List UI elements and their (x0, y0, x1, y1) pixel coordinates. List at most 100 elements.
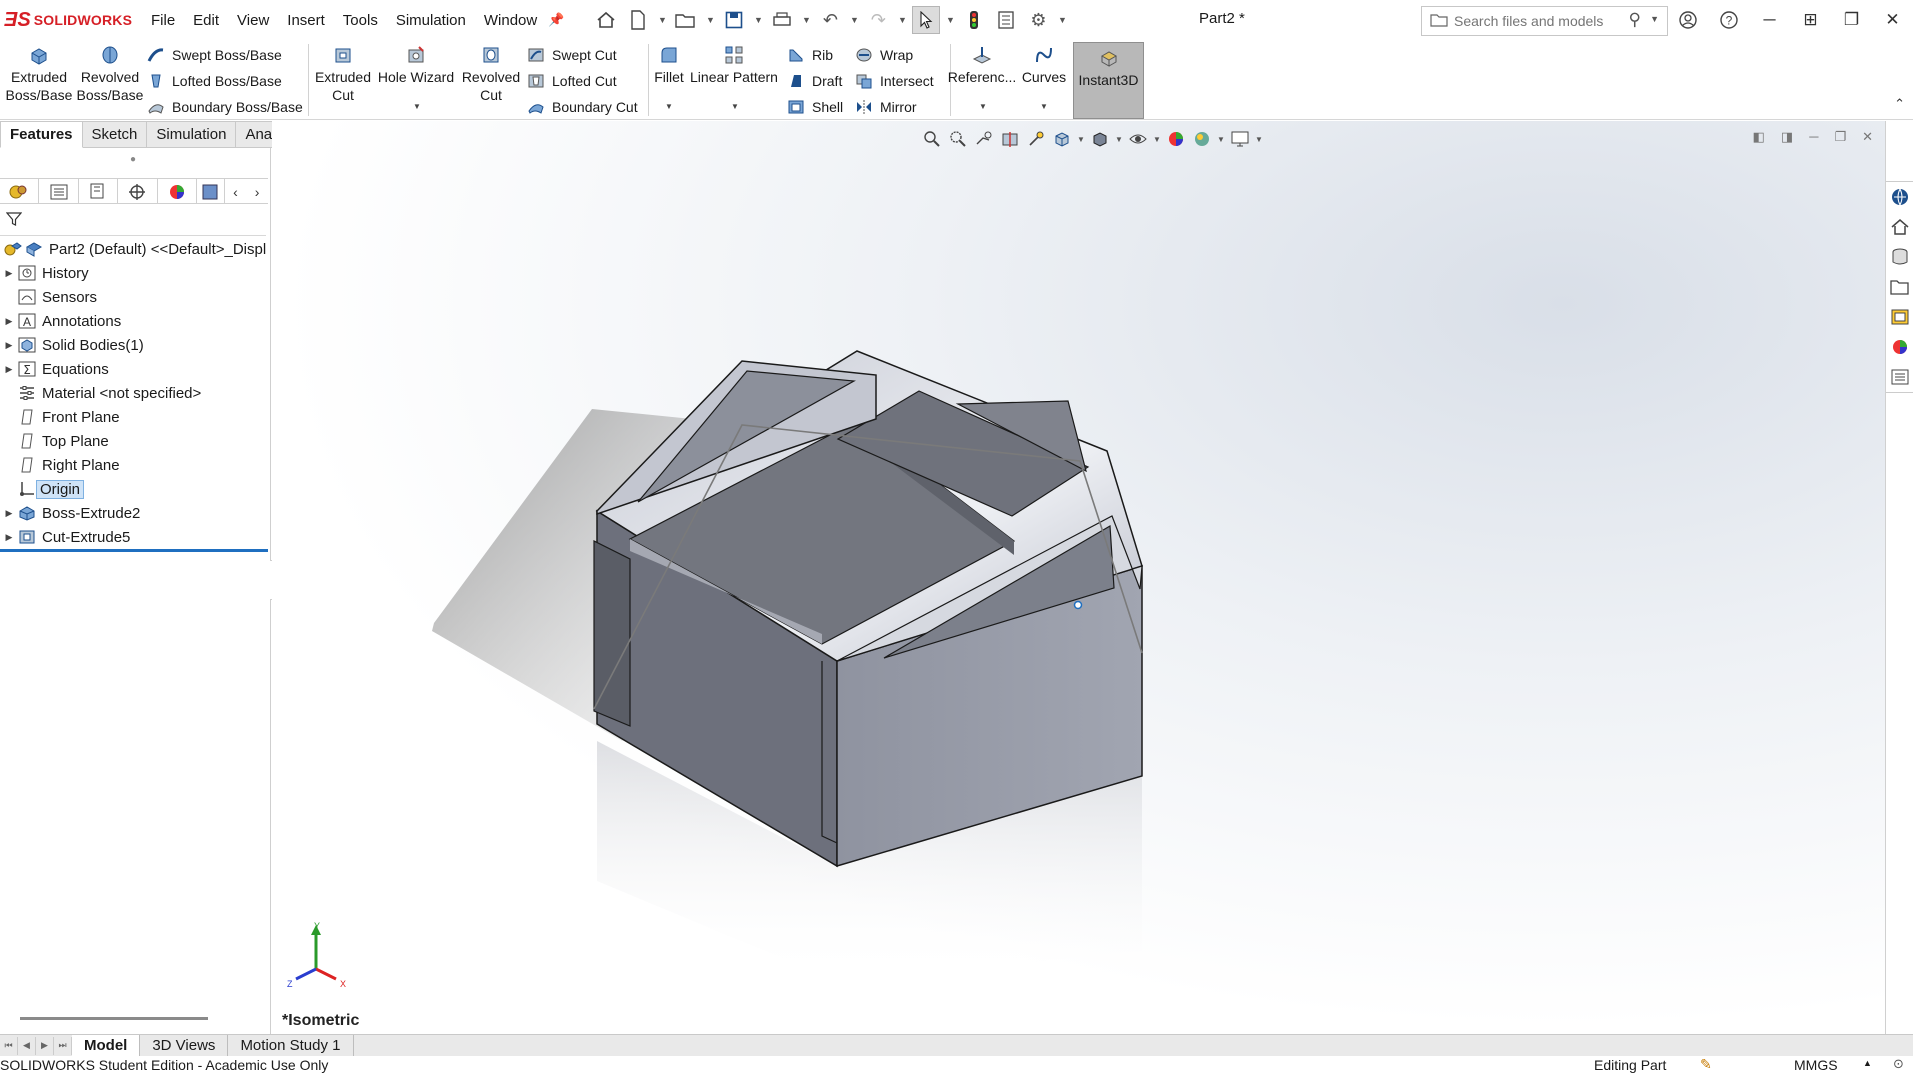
pin-icon[interactable]: 📌 (548, 12, 564, 28)
boundary-boss-button[interactable]: Boundary Boss/Base (146, 96, 303, 118)
tab-sketch[interactable]: Sketch (82, 121, 148, 148)
draft-button[interactable]: Draft (786, 70, 842, 92)
collapse-ribbon-icon[interactable]: ⌃ (1894, 96, 1905, 112)
reference-geometry-button[interactable]: Referenc... (948, 44, 1016, 86)
expand-arrow-icon[interactable]: ▶ (0, 508, 18, 519)
solidworks-resources-icon[interactable] (1886, 182, 1913, 212)
rebuild-status-icon[interactable]: ✎ (1700, 1056, 1712, 1073)
menu-tools[interactable]: Tools (334, 12, 387, 29)
expand-arrow-icon[interactable]: ▶ (0, 268, 18, 279)
configurationmanager-tab-icon[interactable] (79, 179, 119, 204)
panel-grip-icon[interactable]: ● (130, 154, 136, 165)
dimxpertmanager-tab-icon[interactable] (118, 179, 158, 204)
tree-item-origin[interactable]: Origin (0, 477, 271, 501)
tree-item-sensors[interactable]: Sensors (0, 285, 271, 309)
tree-item-material[interactable]: Material <not specified> (0, 381, 271, 405)
tree-root-part[interactable]: Part2 (Default) <<Default>_Displ (0, 237, 271, 261)
undo-icon[interactable]: ↶ (816, 6, 844, 34)
sketch-point[interactable] (1073, 600, 1083, 610)
redo-dropdown-icon[interactable]: ▼ (896, 15, 908, 25)
fillet-dropdown-icon[interactable]: ▼ (665, 102, 673, 111)
tab-3d-views[interactable]: 3D Views (140, 1035, 229, 1056)
curves-dropdown-icon[interactable]: ▼ (1040, 102, 1048, 111)
extruded-boss-button[interactable]: Extruded Boss/Base (4, 44, 74, 104)
custom-properties-icon[interactable] (1886, 362, 1913, 392)
tab-model[interactable]: Model (72, 1035, 141, 1056)
view-palette-icon[interactable] (1886, 302, 1913, 332)
featuremanager-tab-icon[interactable] (0, 179, 40, 204)
tabs-scroll-right-icon[interactable]: › (246, 179, 268, 204)
new-dropdown-icon[interactable]: ▼ (656, 15, 668, 25)
tabs-scroll-left-icon[interactable]: ‹ (225, 179, 247, 204)
previous-tab-icon[interactable]: ◀ (18, 1036, 36, 1055)
tree-item-cut-extrude5[interactable]: ▶ Cut-Extrude5 (0, 525, 271, 549)
first-tab-icon[interactable]: ⏮ (0, 1036, 18, 1055)
menu-window[interactable]: Window (475, 12, 546, 29)
shell-button[interactable]: Shell (786, 96, 843, 118)
appearances-scenes-icon[interactable] (1886, 332, 1913, 362)
tree-item-front-plane[interactable]: Front Plane (0, 405, 271, 429)
unit-system[interactable]: MMGS (1794, 1057, 1838, 1073)
menu-file[interactable]: File (142, 12, 184, 29)
extruded-cut-button[interactable]: Extruded Cut (312, 44, 374, 104)
menu-simulation[interactable]: Simulation (387, 12, 475, 29)
tree-item-top-plane[interactable]: Top Plane (0, 429, 271, 453)
tree-item-right-plane[interactable]: Right Plane (0, 453, 271, 477)
file-properties-icon[interactable] (992, 6, 1020, 34)
search-box[interactable]: ⚲ ▼ (1421, 6, 1668, 36)
rib-button[interactable]: Rib (786, 44, 833, 66)
open-dropdown-icon[interactable]: ▼ (704, 15, 716, 25)
filter-icon[interactable] (5, 211, 23, 231)
mirror-button[interactable]: Mirror (854, 96, 917, 118)
intersect-button[interactable]: Intersect (854, 70, 934, 92)
fillet-button[interactable]: Fillet (652, 44, 686, 86)
reference-dropdown-icon[interactable]: ▼ (979, 102, 987, 111)
tree-item-annotations[interactable]: ▶ A Annotations (0, 309, 271, 333)
quick-tips-icon[interactable]: ⊙ (1893, 1056, 1904, 1072)
boundary-cut-button[interactable]: Boundary Cut (526, 96, 638, 118)
account-icon[interactable] (1667, 0, 1708, 40)
menu-edit[interactable]: Edit (184, 12, 228, 29)
redo-icon[interactable]: ↷ (864, 6, 892, 34)
solidworks-logo[interactable]: ƎS SOLIDWORKS (4, 9, 142, 32)
rollback-bar[interactable] (0, 549, 268, 552)
tab-motion-study[interactable]: Motion Study 1 (228, 1035, 354, 1056)
unit-system-dropdown-icon[interactable]: ▲ (1863, 1058, 1872, 1068)
home-icon[interactable] (592, 6, 620, 34)
lofted-cut-button[interactable]: Lofted Cut (526, 70, 617, 92)
help-icon[interactable]: ? (1708, 0, 1749, 40)
hole-wizard-button[interactable]: Hole Wizard (376, 44, 456, 86)
rebuild-traffic-light-icon[interactable] (960, 6, 988, 34)
options-gear-icon[interactable]: ⚙ (1024, 6, 1052, 34)
propertymanager-tab-icon[interactable] (39, 179, 79, 204)
next-tab-icon[interactable]: ▶ (36, 1036, 54, 1055)
menu-insert[interactable]: Insert (278, 12, 334, 29)
displaymanager-tab-icon[interactable] (158, 179, 198, 204)
save-icon[interactable] (720, 6, 748, 34)
expand-arrow-icon[interactable]: ▶ (0, 364, 18, 375)
tile-icon[interactable]: ⊞ (1790, 0, 1831, 40)
search-input[interactable] (1454, 13, 1639, 29)
open-folder-icon[interactable] (672, 6, 700, 34)
file-explorer-icon[interactable] (1886, 272, 1913, 302)
linear-pattern-button[interactable]: Linear Pattern (690, 44, 778, 86)
print-dropdown-icon[interactable]: ▼ (800, 15, 812, 25)
last-tab-icon[interactable]: ⏭ (54, 1036, 72, 1055)
3d-model[interactable] (272, 121, 1885, 1034)
print-icon[interactable] (768, 6, 796, 34)
search-icon[interactable]: ⚲ (1629, 10, 1641, 30)
expand-arrow-icon[interactable]: ▶ (0, 532, 18, 543)
tree-item-equations[interactable]: ▶ Σ Equations (0, 357, 271, 381)
menu-view[interactable]: View (228, 12, 278, 29)
minimize-icon[interactable]: ─ (1749, 0, 1790, 40)
close-icon[interactable]: ✕ (1872, 0, 1913, 40)
select-dropdown-icon[interactable]: ▼ (944, 15, 956, 25)
tree-item-history[interactable]: ▶ History (0, 261, 271, 285)
options-dropdown-icon[interactable]: ▼ (1056, 15, 1068, 25)
expand-arrow-icon[interactable]: ▶ (0, 316, 18, 327)
expand-arrow-icon[interactable]: ▶ (0, 340, 18, 351)
cam-tab-icon[interactable] (197, 179, 225, 204)
tab-features[interactable]: Features (0, 121, 83, 148)
tree-item-boss-extrude2[interactable]: ▶ Boss-Extrude2 (0, 501, 271, 525)
swept-cut-button[interactable]: Swept Cut (526, 44, 617, 66)
